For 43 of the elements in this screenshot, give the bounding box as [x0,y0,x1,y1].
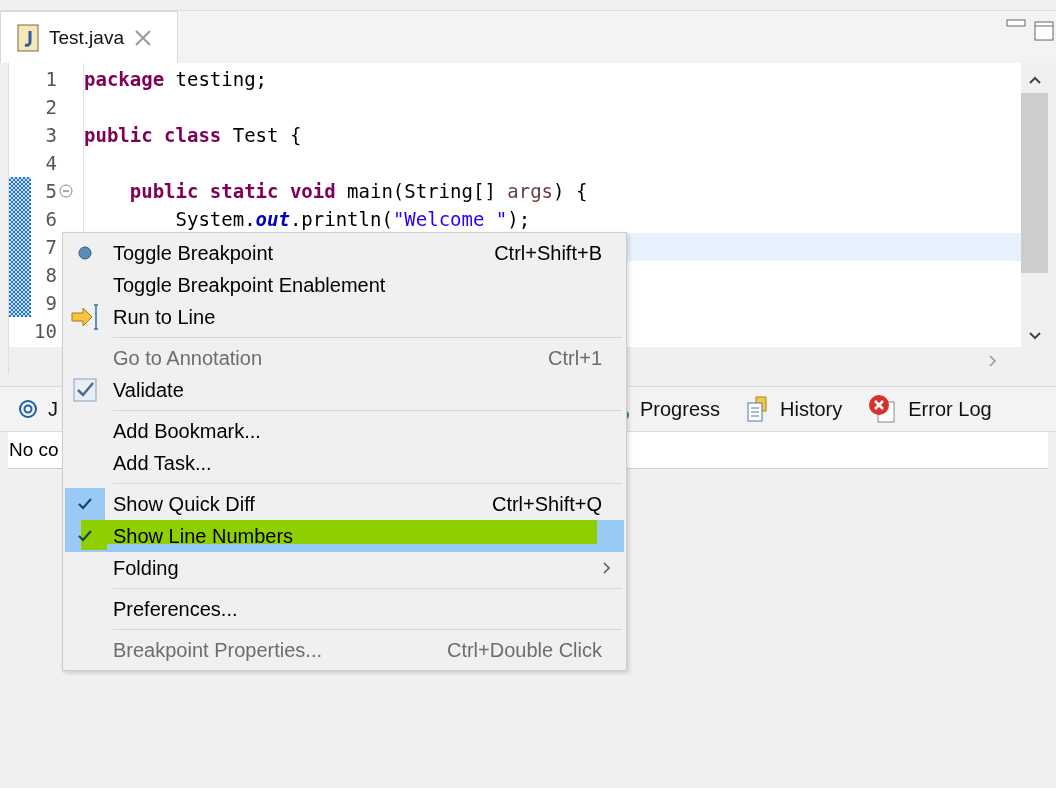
run-to-line-icon [70,302,100,332]
line-number: 8 [44,264,57,286]
view-tab[interactable]: J [48,397,58,421]
maximize-icon[interactable] [1034,19,1054,41]
view-tab[interactable]: Error Log [908,397,992,421]
line-number: 7 [44,236,57,258]
line-number: 10 [33,320,57,342]
line-number: 4 [44,152,57,174]
menu-item[interactable]: Add Bookmark... [65,415,624,447]
menu-item[interactable]: Toggle Breakpoint Enablement [65,269,624,301]
scroll-right-icon[interactable] [988,353,998,368]
tab-title: Test.java [49,26,124,49]
at-sign-icon [18,399,38,419]
menu-item[interactable]: Show Quick Diff Ctrl+Shift+Q [65,488,624,520]
view-tab[interactable]: Progress [640,397,721,421]
menu-item[interactable]: Run to Line [65,301,624,333]
view-tab[interactable]: History [780,397,843,421]
java-file-icon [17,23,39,52]
code-line: package testing; [84,68,268,90]
menu-item[interactable]: Validate [65,374,624,406]
validate-icon [73,378,97,402]
code-line: public static void main(String[] args) { [128,180,588,202]
breakpoint-icon [78,246,92,260]
line-number: 9 [44,292,57,314]
menu-item[interactable]: Show Line Numbers [65,520,624,552]
line-number: 1 [44,68,57,90]
view-message: No co [9,439,59,461]
code-line: System.out.println("Welcome "); [174,208,531,230]
menu-item[interactable]: Add Task... [65,447,624,479]
minimize-icon[interactable] [1006,19,1026,29]
menu-item[interactable]: Toggle Breakpoint Ctrl+Shift+B [65,237,624,269]
menu-item[interactable]: Preferences... [65,593,624,625]
line-number: 3 [44,124,57,146]
editor-tab[interactable]: Test.java [0,11,178,63]
line-number: 6 [44,208,57,230]
code-line: public class Test { [84,124,302,146]
check-icon [77,497,93,511]
line-number: 2 [44,96,57,118]
menu-item[interactable]: Folding [65,552,624,584]
line-number: 5 [44,180,57,202]
fold-icon[interactable] [59,184,73,198]
close-icon[interactable] [134,28,152,47]
check-icon [77,529,93,543]
